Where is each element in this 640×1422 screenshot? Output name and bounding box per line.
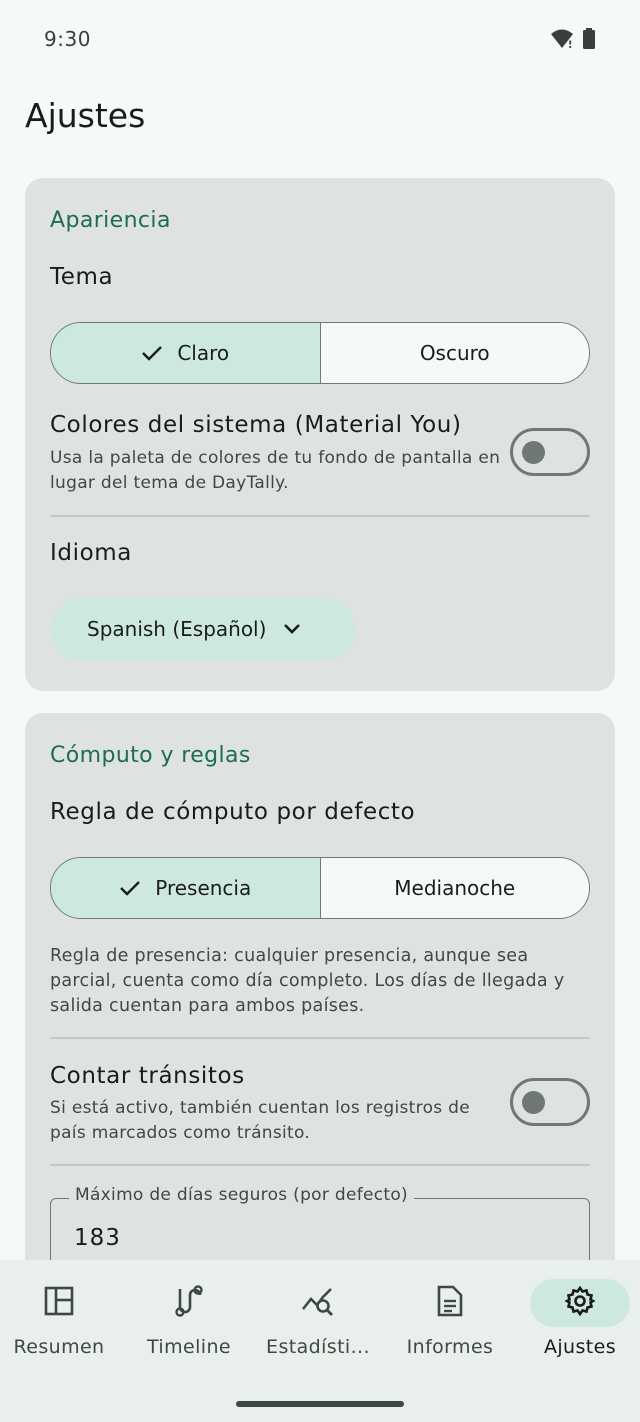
theme-segmented-control: Claro Oscuro [50,322,590,384]
theme-option-light-label: Claro [177,341,230,365]
system-colors-title: Colores del sistema (Material You) [50,412,462,438]
nav-item-settings[interactable]: Ajustes [516,1260,640,1370]
system-colors-switch[interactable] [510,428,590,476]
rule-label: Regla de cómputo por defecto [50,799,416,825]
nav-label-settings: Ajustes [543,1336,617,1358]
nav-label-statistics: Estadísti... [266,1336,370,1358]
nav-item-reports[interactable]: Informes [386,1260,514,1370]
divider [50,1037,590,1039]
rule-segmented-control: Presencia Medianoche [50,857,590,919]
transits-description: Si está activo, también cuentan los regi… [50,1098,470,1143]
route-icon [174,1285,204,1321]
theme-label: Tema [50,264,114,290]
nav-icon-container [530,1279,630,1327]
theme-option-dark[interactable]: Oscuro [320,323,589,383]
system-colors-description: Usa la paleta de colores de tu fondo de … [50,448,501,493]
wifi-icon [550,28,574,54]
transits-title: Contar tránsitos [50,1063,245,1089]
max-days-value: 183 [74,1225,121,1251]
status-bar: 9:30 [0,0,640,80]
nav-item-statistics[interactable]: Estadísti... [254,1260,382,1370]
appearance-section-title: Apariencia [50,208,171,233]
language-dropdown[interactable]: Spanish (Español) [50,598,355,660]
language-value: Spanish (Español) [87,617,267,641]
chevron-down-icon [282,622,302,636]
nav-label-timeline: Timeline [147,1336,231,1358]
divider [50,1164,590,1166]
nav-icon-container [268,1279,368,1327]
theme-option-light[interactable]: Claro [51,323,321,383]
computation-section-title: Cómputo y reglas [50,743,251,768]
theme-option-dark-label: Oscuro [419,341,490,365]
nav-item-summary[interactable]: Resumen [0,1260,123,1370]
divider [50,515,590,517]
max-days-label: Máximo de días seguros (por defecto) [69,1185,414,1205]
gear-icon [564,1285,596,1321]
switch-knob [522,1091,545,1114]
check-icon [141,344,163,362]
transits-switch[interactable] [510,1078,590,1126]
rule-option-midnight[interactable]: Medianoche [320,858,589,918]
nav-item-timeline[interactable]: Timeline [125,1260,253,1370]
check-icon [119,879,141,897]
nav-label-reports: Informes [406,1336,494,1358]
document-icon [437,1285,463,1321]
appearance-card: Apariencia Tema Claro Oscuro Colores del… [25,178,615,691]
dashboard-icon [44,1286,74,1320]
battery-icon [582,28,596,54]
nav-icon-container [139,1279,239,1327]
status-time: 9:30 [44,27,91,51]
language-label: Idioma [50,540,132,566]
nav-icon-container [9,1279,109,1327]
gesture-bar[interactable] [236,1401,404,1407]
bottom-navigation: Resumen Timeline Estadísti... Informes A… [0,1260,640,1422]
nav-label-summary: Resumen [13,1336,105,1358]
page-title: Ajustes [25,96,146,135]
switch-knob [522,441,545,464]
rule-option-midnight-label: Medianoche [394,876,516,900]
query-stats-icon [301,1285,335,1321]
status-icons [550,28,596,54]
rule-option-presence-label: Presencia [155,876,252,900]
nav-icon-container [400,1279,500,1327]
rule-option-presence[interactable]: Presencia [51,858,321,918]
computation-card: Cómputo y reglas Regla de cómputo por de… [25,713,615,1313]
rule-description: Regla de presencia: cualquier presencia,… [50,946,565,1016]
